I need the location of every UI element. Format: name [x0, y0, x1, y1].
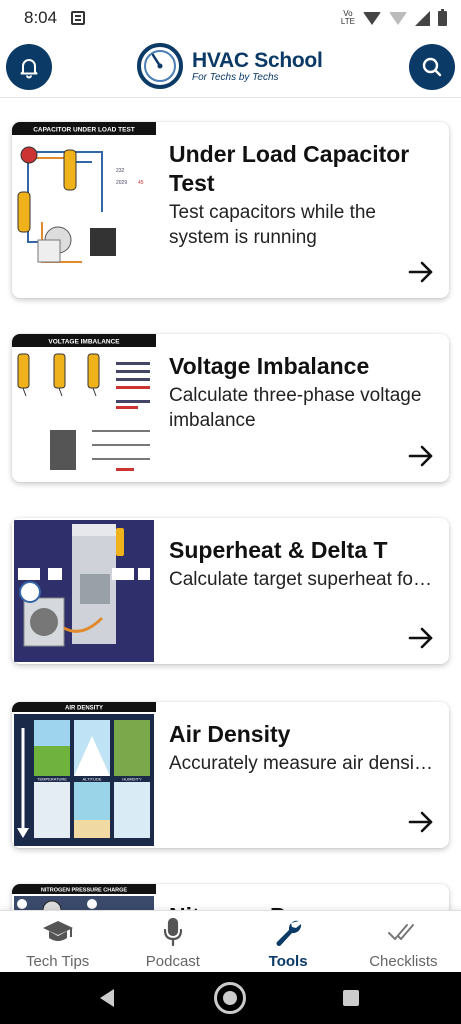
tool-card-air-density[interactable]: AIR DENSITY TEMPERATURE ALTITUDE HUMIDIT… — [12, 702, 449, 848]
card-title: Under Load Capacitor Test — [169, 141, 410, 196]
superheat-thumbnail — [12, 518, 156, 664]
card-title: Superheat & Delta T — [169, 537, 388, 563]
tool-card-superheat[interactable]: Superheat & Delta T Calculate target sup… — [12, 518, 449, 664]
thumb-sublabel: ALTITUDE — [82, 777, 101, 782]
thumb-label: CAPACITOR UNDER LOAD TEST — [33, 127, 135, 134]
tab-label: Checklists — [369, 953, 438, 970]
tab-label: Tools — [268, 953, 308, 970]
arrow-right-icon — [408, 445, 433, 467]
notification-icon — [71, 11, 86, 25]
description-line: Calculate target superheat for fixed met… — [169, 569, 435, 590]
notifications-button[interactable] — [6, 44, 52, 90]
card-title: Nitrogen Pressure — [169, 902, 435, 910]
tab-tools[interactable]: Tools — [231, 911, 346, 972]
tool-card-capacitor[interactable]: CAPACITOR UNDER LOAD TEST 232 2029 45 Un… — [12, 122, 449, 298]
bell-icon — [20, 59, 38, 79]
status-time: 8:04 — [24, 8, 58, 27]
wrench-icon — [276, 920, 302, 946]
arrow-right-icon — [408, 811, 433, 833]
thumb-label: AIR DENSITY — [65, 706, 103, 712]
graduation-cap-icon — [42, 921, 73, 941]
recent-apps-icon[interactable] — [343, 990, 359, 1006]
wifi-icon — [363, 11, 381, 25]
card-title: Voltage Imbalance — [169, 353, 370, 379]
back-icon[interactable] — [100, 989, 114, 1007]
nitrogen-thumbnail: NITROGEN PRESSURE CHARGE — [12, 884, 156, 910]
tab-checklists[interactable]: Checklists — [346, 911, 461, 972]
card-title: Air Density — [169, 721, 291, 747]
description-line: Accurately measure air density based on … — [169, 753, 435, 774]
gauge-logo-icon — [137, 43, 183, 89]
thumb-label: NITROGEN PRESSURE CHARGE — [41, 888, 128, 894]
svg-text:232: 232 — [116, 168, 125, 174]
logo-title: HVAC School — [192, 49, 323, 72]
double-check-icon — [388, 924, 415, 940]
thumb-label: VOLTAGE IMBALANCE — [48, 339, 120, 346]
tab-label: Podcast — [145, 953, 200, 970]
battery-icon — [438, 8, 447, 26]
card-description: Accurately measure air density based on … — [169, 751, 435, 801]
tools-list: CAPACITOR UNDER LOAD TEST 232 2029 45 Un… — [0, 98, 461, 910]
system-nav-bar — [0, 972, 461, 1024]
arrow-right-icon — [408, 627, 433, 649]
search-button[interactable] — [409, 44, 455, 90]
microphone-icon — [163, 917, 182, 947]
signal-icon — [415, 10, 430, 26]
lte-indicator: Vo LTE — [340, 9, 355, 26]
svg-text:2029: 2029 — [116, 180, 127, 186]
tab-label: Tech Tips — [25, 953, 90, 970]
data-icon — [389, 11, 407, 25]
home-icon[interactable] — [214, 982, 246, 1014]
capacitor-thumbnail: CAPACITOR UNDER LOAD TEST 232 2029 45 — [12, 122, 156, 298]
thumb-sublabel: HUMIDITY — [122, 777, 142, 782]
card-description: Calculate three-phase voltage imbalance — [169, 385, 422, 431]
status-icons: Vo LTE — [340, 8, 447, 26]
tool-card-nitrogen-pressure[interactable]: NITROGEN PRESSURE CHARGE Nitrogen Pressu… — [12, 884, 449, 910]
app-header: HVAC School For Techs by Techs — [0, 36, 461, 98]
tab-tech-tips[interactable]: Tech Tips — [0, 911, 115, 972]
logo-subtitle: For Techs by Techs — [192, 72, 279, 83]
tool-card-voltage-imbalance[interactable]: VOLTAGE IMBALANCE Voltage Imbalance Calc… — [12, 334, 449, 482]
status-bar: 8:04 Vo LTE — [0, 0, 461, 36]
air-density-thumbnail: AIR DENSITY TEMPERATURE ALTITUDE HUMIDIT… — [12, 702, 156, 848]
app-logo: HVAC School For Techs by Techs — [136, 42, 323, 90]
search-icon — [422, 57, 442, 77]
tab-podcast[interactable]: Podcast — [115, 911, 230, 972]
card-description: Calculate target superheat for fixed met… — [169, 567, 435, 617]
arrow-right-icon — [408, 261, 433, 283]
thumb-sublabel: TEMPERATURE — [37, 777, 67, 782]
bottom-tab-bar: Tech Tips Podcast Tools Checklists — [0, 910, 461, 972]
svg-text:45: 45 — [138, 180, 144, 186]
voltage-thumbnail: VOLTAGE IMBALANCE — [12, 334, 156, 482]
card-description: Test capacitors while the system is runn… — [169, 202, 376, 248]
